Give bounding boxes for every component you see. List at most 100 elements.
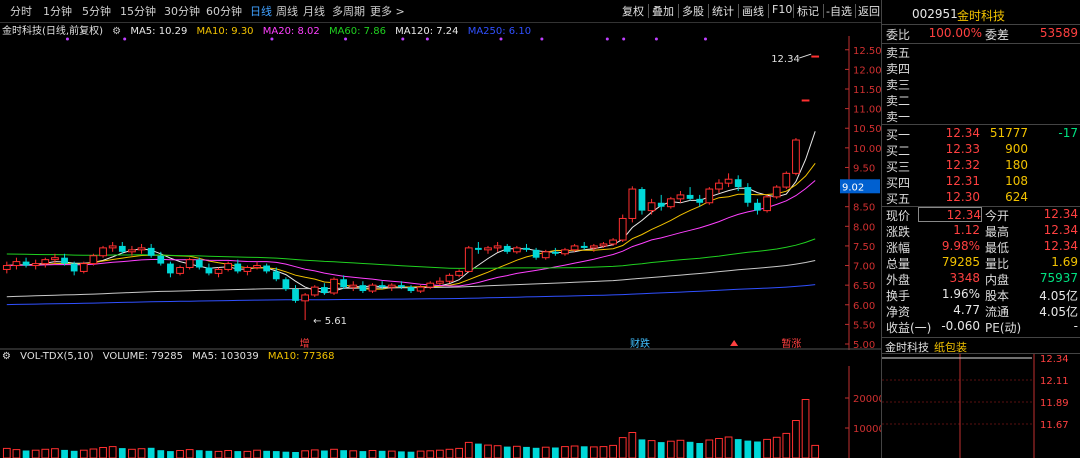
stock-name: 金时科技 [957,9,1006,23]
tf-daily[interactable]: 日线 [250,3,272,19]
candle-body [763,196,771,212]
back-button[interactable]: 返回 [858,3,880,19]
candle-body [407,287,415,292]
candle-body [503,245,511,252]
stat-row: 总量 79285 量比 1.69 [882,255,1080,271]
stat-row: 现价 12.34 今开 12.34 [882,207,1080,223]
buy-row: 买四 12.31 108 [882,174,1080,190]
sell-row: 卖四 [882,60,1080,76]
divider [793,4,794,18]
volume-bar [61,449,68,458]
stats-button[interactable]: 统计 [712,3,734,19]
buy-price: 12.34 [945,126,980,140]
candlestick-chart[interactable]: 12.5012.0011.5011.0010.5010.009.509.008.… [0,36,881,350]
volume-bar [638,439,646,458]
sell-label: 卖四 [886,62,911,76]
candle-body [176,267,184,274]
volume-chart[interactable]: 20000 10000 [0,366,881,458]
tf-5min[interactable]: 5分钟 [82,3,111,19]
volume-bar [618,437,627,458]
candle-body [224,263,233,270]
candle-body [61,257,68,264]
stat-row: 涨幅 9.98% 最低 12.34 [882,239,1080,255]
volume-bar [205,450,213,458]
signal-dot [65,37,69,41]
y-tick-label: 12.00 [853,65,881,76]
tf-monthly[interactable]: 月线 [303,3,325,19]
weibi-value: 100.00% [928,26,982,40]
volume-bar [599,446,608,458]
tf-multi[interactable]: 多周期 [332,3,365,19]
volume-bar [532,447,540,458]
weibi-label: 委比 [886,28,911,42]
volume-bar [676,439,685,458]
volume-bar [464,441,473,458]
candle-body [118,245,126,252]
volume-bar [398,451,405,458]
stat-value-2: - [1073,319,1078,333]
mark-button[interactable]: 标记 [797,3,819,19]
f10-button[interactable]: F10 [772,3,792,16]
buy-volume: 180 [1005,158,1028,172]
candle-body [715,182,723,190]
volume-bar [792,420,800,458]
y-tick-label: 8.00 [853,222,875,233]
tf-1min[interactable]: 1分钟 [43,3,72,19]
stat-row: 外盘 3348 内盘 75937 [882,271,1080,287]
candle-body [340,279,348,288]
buy-price: 12.30 [945,190,980,204]
candle-body [205,267,213,274]
candle-body [580,245,588,248]
candle-body [167,263,174,274]
draw-line-button[interactable]: 画线 [742,3,764,19]
candle-body [292,289,299,301]
vol-settings-gear-icon[interactable]: ⚙ [2,351,11,362]
volume-bar [512,445,521,458]
candle-body [330,278,338,294]
stat-label-2: 最高 [985,225,1010,239]
volume-bar [176,450,184,458]
tf-fenshi[interactable]: 分时 [10,3,32,19]
stat-value-2: 12.34 [1043,223,1078,237]
candle-body [589,245,598,249]
divider [882,24,1080,25]
volume-bar [724,436,733,458]
tf-more[interactable]: 更多 > [370,3,405,19]
stat-value-2: 1.69 [1051,255,1078,269]
sell-row: 卖二 [882,92,1080,108]
divider [823,4,824,18]
volume-bar [282,451,290,458]
volume-bar [310,449,319,458]
candle-body [455,270,463,276]
buy-label: 买五 [886,192,911,206]
volume-bar [167,451,174,458]
stat-row: 换手 1.96% 股本 4.05亿 [882,287,1080,303]
add-favorite-button[interactable]: -自选 [826,3,852,19]
mini-tick-label: 12.11 [1040,376,1069,387]
tf-15min[interactable]: 15分钟 [120,3,156,19]
tf-60min[interactable]: 60分钟 [206,3,242,19]
volume-bar [445,448,454,458]
candle-body [484,247,492,251]
volume-bar [12,449,21,458]
candle-body [128,249,136,253]
candle-body [801,99,810,102]
overlay-button[interactable]: 叠加 [652,3,674,19]
volume-bar [330,448,338,458]
multi-stock-button[interactable]: 多股 [682,3,704,19]
volume-bar [754,441,761,458]
tf-30min[interactable]: 30分钟 [164,3,200,19]
tf-weekly[interactable]: 周线 [276,3,298,19]
volume-bar [224,450,233,458]
volume-bar [340,450,348,458]
volume-bar [715,438,723,458]
candle-body [541,251,550,259]
restore-right-button[interactable]: 复权 [622,3,644,19]
divider [738,4,739,18]
volume-bar [523,446,530,458]
candle-body [70,263,78,272]
volume-bar [2,447,11,458]
volume-bar [436,449,444,458]
volume-bar [416,450,425,458]
stat-value: 4.77 [953,303,980,317]
